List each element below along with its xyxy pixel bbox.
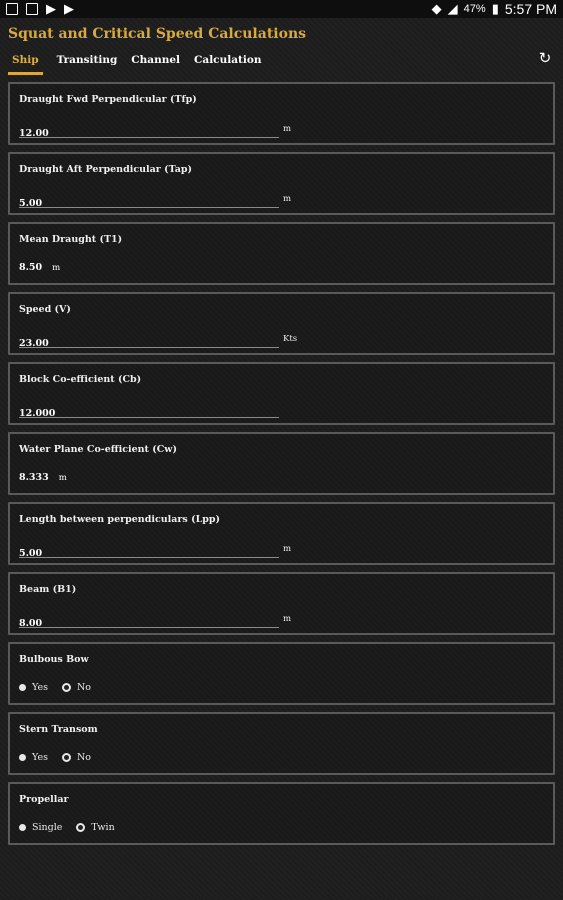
clock: 5:57 PM (504, 1, 557, 17)
tab-ship[interactable]: Ship (8, 52, 43, 75)
radio-selected-icon (19, 824, 26, 831)
beam-card: Beam (B1) m (8, 572, 555, 635)
draught-fwd-unit: m (283, 124, 292, 134)
propellar-twin-radio[interactable]: Twin (76, 822, 115, 833)
radio-unselected-icon (61, 753, 71, 762)
bulbous-bow-label: Bulbous Bow (19, 654, 89, 665)
water-plane-value: 8.333 (19, 472, 49, 483)
mean-draught-label: Mean Draught (T1) (19, 234, 123, 245)
bulbous-bow-yes-radio[interactable]: Yes (19, 682, 48, 693)
propellar-twin-label: Twin (91, 822, 115, 833)
mean-draught-card: Mean Draught (T1) 8.50 m (8, 222, 555, 285)
beam-label: Beam (B1) (19, 584, 77, 595)
speed-label: Speed (V) (19, 304, 71, 315)
propellar-single-radio[interactable]: Single (19, 822, 62, 833)
ship-form: Draught Fwd Perpendicular (Tfp) m Draugh… (8, 82, 555, 852)
app-bar: Squat and Critical Speed Calculations Sh… (0, 18, 563, 76)
lpp-label: Length between perpendiculars (Lpp) (19, 514, 221, 525)
propellar-label: Propellar (19, 794, 69, 805)
stern-transom-no-label: No (76, 752, 91, 763)
draught-aft-unit: m (283, 194, 292, 204)
image-notification-icon (6, 3, 18, 15)
bulbous-bow-card: Bulbous Bow Yes No (8, 642, 555, 705)
tab-calculation[interactable]: Calculation (190, 52, 261, 75)
water-plane-unit: m (58, 473, 67, 483)
play-store-notification-icon: ▶ (64, 1, 74, 16)
photo-notification-icon (26, 3, 38, 15)
draught-fwd-label: Draught Fwd Perpendicular (Tfp) (19, 94, 197, 105)
radio-unselected-icon (61, 683, 71, 692)
draught-fwd-input[interactable] (19, 128, 279, 139)
draught-aft-card: Draught Aft Perpendicular (Tap) m (8, 152, 555, 215)
propellar-card: Propellar Single Twin (8, 782, 555, 845)
stern-transom-yes-label: Yes (32, 752, 48, 763)
block-coeff-card: Block Co-efficient (Cb) (8, 362, 555, 425)
stern-transom-yes-radio[interactable]: Yes (19, 752, 48, 763)
wifi-icon: ◆ (431, 1, 442, 16)
propellar-single-label: Single (32, 822, 63, 833)
draught-aft-label: Draught Aft Perpendicular (Tap) (19, 164, 193, 175)
mean-draught-value: 8.50 (19, 262, 43, 273)
speed-card: Speed (V) Kts (8, 292, 555, 355)
water-plane-label: Water Plane Co-efficient (Cw) (19, 444, 177, 455)
tab-bar: Ship Transiting Channel Calculation (8, 52, 261, 75)
battery-icon: ▮ (491, 1, 499, 16)
lpp-card: Length between perpendiculars (Lpp) m (8, 502, 555, 565)
tab-channel[interactable]: Channel (127, 52, 180, 75)
mean-draught-unit: m (52, 263, 61, 273)
bulbous-bow-no-radio[interactable]: No (61, 682, 91, 693)
status-bar: ▶ ▶ ◆ ◢ 47% ▮ 5:57 PM (0, 0, 563, 18)
bulbous-bow-no-label: No (76, 682, 91, 693)
speed-input[interactable] (19, 338, 279, 349)
block-coeff-label: Block Co-efficient (Cb) (19, 374, 142, 385)
radio-unselected-icon (76, 823, 86, 832)
page-title: Squat and Critical Speed Calculations (8, 26, 306, 42)
stern-transom-no-radio[interactable]: No (61, 752, 91, 763)
radio-selected-icon (19, 754, 26, 761)
beam-input[interactable] (19, 618, 279, 629)
play-notification-icon: ▶ (46, 1, 56, 16)
draught-aft-input[interactable] (19, 198, 279, 209)
lpp-unit: m (283, 544, 292, 554)
stern-transom-card: Stern Transom Yes No (8, 712, 555, 775)
bulbous-bow-yes-label: Yes (32, 682, 48, 693)
signal-icon: ◢ (447, 1, 458, 16)
draught-fwd-card: Draught Fwd Perpendicular (Tfp) m (8, 82, 555, 145)
stern-transom-label: Stern Transom (19, 724, 98, 735)
block-coeff-input[interactable] (19, 408, 279, 419)
speed-unit: Kts (283, 334, 298, 344)
refresh-icon[interactable]: ↻ (537, 50, 553, 66)
battery-percent: 47% (463, 3, 486, 15)
beam-unit: m (283, 614, 292, 624)
water-plane-card: Water Plane Co-efficient (Cw) 8.333 m (8, 432, 555, 495)
tab-transiting[interactable]: Transiting (53, 52, 118, 75)
lpp-input[interactable] (19, 548, 279, 559)
radio-selected-icon (19, 684, 26, 691)
